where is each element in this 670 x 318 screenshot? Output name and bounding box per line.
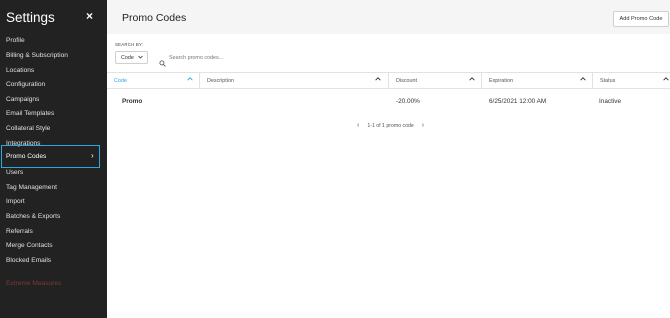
chevron-right-icon[interactable]: ›: [422, 122, 424, 129]
sidebar-item-collateral-style[interactable]: Collateral Style: [6, 125, 50, 132]
search-bar: [153, 51, 670, 67]
table-row[interactable]: Promo -20.00% 6/25/2021 12:00 AM Inactiv…: [107, 89, 670, 113]
search-by-label: SEARCH BY:: [115, 42, 144, 47]
sidebar-item-users[interactable]: Users: [6, 169, 23, 176]
sidebar-item-blocked-emails[interactable]: Blocked Emails: [6, 257, 51, 264]
sort-up-icon: [375, 77, 381, 83]
page-header: Promo Codes Add Promo Code: [107, 0, 670, 34]
cell-discount: -20.00%: [396, 98, 420, 105]
sidebar-item-email-templates[interactable]: Email Templates: [6, 110, 54, 117]
sidebar-item-extreme-measures[interactable]: Extreme Measures: [6, 280, 61, 287]
search-icon: [159, 54, 166, 67]
settings-sidebar: Settings × Profile Billing & Subscriptio…: [0, 0, 107, 318]
sidebar-item-profile[interactable]: Profile: [6, 37, 25, 44]
sidebar-item-promo-codes[interactable]: Promo Codes ›: [1, 145, 100, 168]
column-header-expiration[interactable]: Expiration: [481, 73, 592, 89]
sidebar-item-configuration[interactable]: Configuration: [6, 81, 45, 88]
add-promo-code-button[interactable]: Add Promo Code: [613, 11, 669, 27]
sidebar-title: Settings: [6, 10, 55, 25]
sidebar-item-import[interactable]: Import: [6, 198, 25, 205]
pagination-text: 1-1 of 1 promo code: [367, 122, 414, 129]
sort-up-icon: [469, 77, 475, 83]
cell-code: Promo: [122, 98, 143, 105]
search-input[interactable]: [169, 54, 569, 61]
cell-status: Inactive: [599, 98, 622, 105]
sidebar-item-batches-exports[interactable]: Batches & Exports: [6, 213, 60, 220]
cell-expiration: 6/25/2021 12:00 AM: [489, 98, 547, 105]
select-value: Code: [121, 54, 134, 61]
sidebar-item-tag-management[interactable]: Tag Management: [6, 184, 57, 191]
sidebar-item-campaigns[interactable]: Campaigns: [6, 96, 39, 103]
sidebar-item-label: Promo Codes: [6, 153, 47, 160]
chevron-down-icon: [138, 55, 143, 61]
chevron-right-icon: ›: [91, 151, 94, 160]
content-area: SEARCH BY: Code Code Description Disco: [107, 34, 670, 318]
sidebar-item-billing[interactable]: Billing & Subscription: [6, 52, 68, 59]
column-header-discount[interactable]: Discount: [388, 73, 481, 89]
pagination: ‹ 1-1 of 1 promo code ›: [357, 122, 424, 129]
search-field-select[interactable]: Code: [115, 51, 148, 64]
page-title: Promo Codes: [122, 12, 187, 24]
table-header: Code Description Discount Expiration Sta…: [107, 72, 670, 89]
sort-up-icon: [187, 77, 193, 83]
main-panel: Promo Codes Add Promo Code SEARCH BY: Co…: [107, 0, 670, 318]
sidebar-item-locations[interactable]: Locations: [6, 67, 34, 74]
column-header-description[interactable]: Description: [199, 73, 387, 89]
close-icon[interactable]: ×: [86, 9, 93, 23]
column-header-status[interactable]: Status: [592, 73, 670, 89]
sidebar-item-merge-contacts[interactable]: Merge Contacts: [6, 242, 53, 249]
sort-up-icon: [580, 77, 586, 83]
sidebar-item-referrals[interactable]: Referrals: [6, 228, 33, 235]
chevron-left-icon[interactable]: ‹: [357, 122, 359, 129]
sort-up-icon: [663, 77, 669, 83]
column-header-code[interactable]: Code: [107, 73, 199, 89]
